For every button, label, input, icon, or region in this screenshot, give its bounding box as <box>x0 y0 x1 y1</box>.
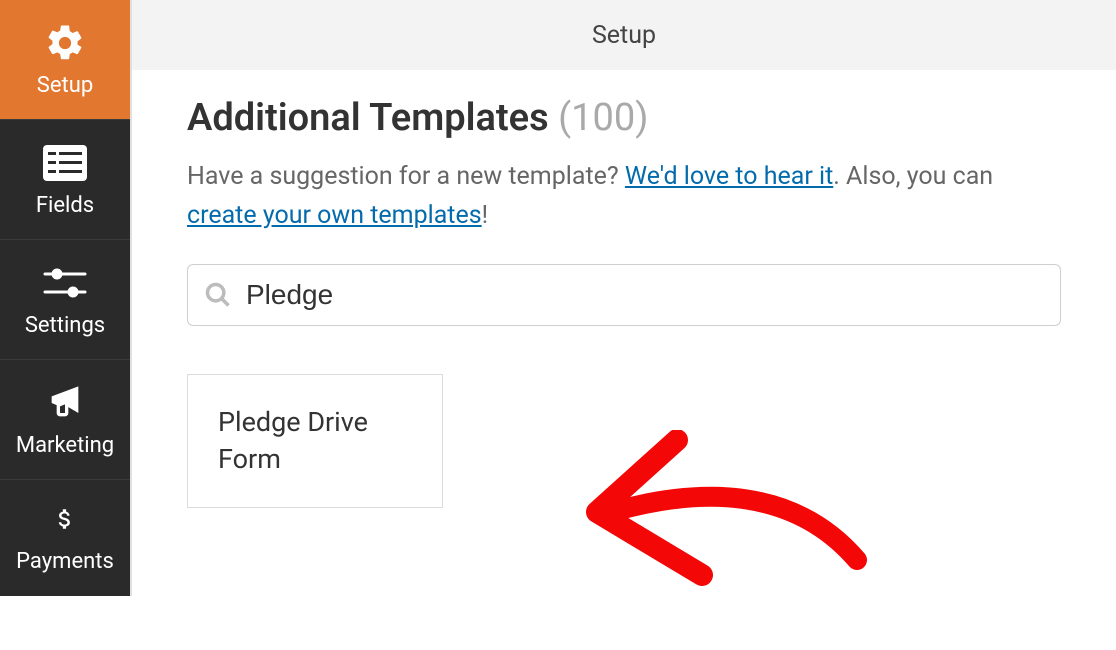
section-description: Have a suggestion for a new template? We… <box>187 158 1061 236</box>
sidebar: Setup Fields Settings Marketing Payments <box>0 0 130 596</box>
desc-text: ! <box>482 201 488 230</box>
topbar: Setup <box>130 0 1116 70</box>
annotation-arrow <box>557 430 887 650</box>
template-card[interactable]: Pledge Drive Form <box>187 374 443 508</box>
sidebar-item-label: Marketing <box>16 433 114 458</box>
sidebar-item-label: Payments <box>16 549 114 574</box>
sidebar-item-label: Fields <box>36 193 94 218</box>
template-card-title: Pledge Drive Form <box>218 404 412 477</box>
gear-icon <box>44 21 86 65</box>
desc-text: Have a suggestion for a new template? <box>187 162 625 191</box>
heading-count: (100) <box>558 96 648 140</box>
sidebar-item-fields[interactable]: Fields <box>0 120 130 240</box>
sidebar-item-marketing[interactable]: Marketing <box>0 360 130 480</box>
content-area: Additional Templates (100) Have a sugges… <box>130 70 1116 596</box>
sidebar-item-setup[interactable]: Setup <box>0 0 130 120</box>
sliders-icon <box>43 261 87 305</box>
section-heading: Additional Templates (100) <box>187 96 1061 140</box>
sidebar-item-label: Settings <box>25 313 105 338</box>
bullhorn-icon <box>43 381 87 425</box>
list-icon <box>43 141 87 185</box>
sidebar-item-payments[interactable]: Payments <box>0 480 130 590</box>
dollar-icon <box>52 497 78 541</box>
sidebar-item-label: Setup <box>37 73 93 98</box>
main-area: Setup Additional Templates (100) Have a … <box>130 0 1116 596</box>
desc-text: . Also, you can <box>833 162 993 191</box>
page-title: Setup <box>592 21 656 50</box>
suggestion-link[interactable]: We'd love to hear it <box>625 162 833 191</box>
create-templates-link[interactable]: create your own templates <box>187 201 482 230</box>
search-input[interactable] <box>246 279 1044 311</box>
sidebar-item-settings[interactable]: Settings <box>0 240 130 360</box>
search-icon <box>204 281 232 309</box>
search-box[interactable] <box>187 264 1061 326</box>
heading-text: Additional Templates <box>187 96 549 140</box>
